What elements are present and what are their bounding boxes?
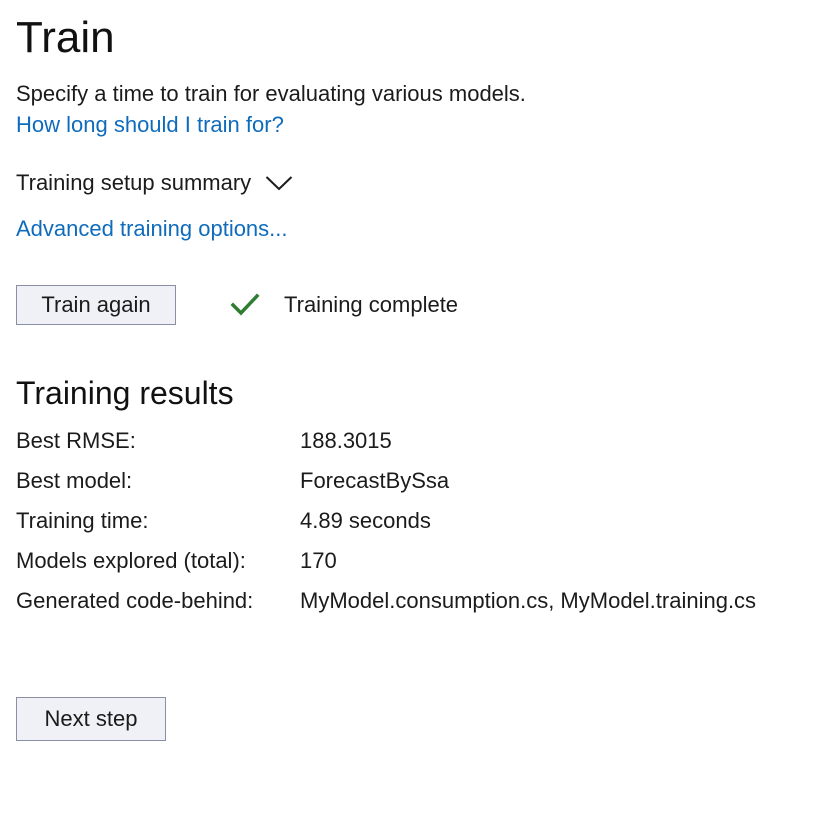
advanced-training-options-link[interactable]: Advanced training options... (16, 214, 288, 244)
result-label: Best model: (16, 468, 133, 493)
training-duration-help-link[interactable]: How long should I train for? (16, 110, 284, 140)
result-row-models-explored: Models explored (total): 170 (16, 545, 756, 585)
page-title: Train (16, 13, 115, 62)
result-row-generated-code: Generated code-behind: MyModel.consumpti… (16, 585, 756, 625)
next-step-button[interactable]: Next step (16, 697, 166, 741)
result-row-best-rmse: Best RMSE: 188.3015 (16, 425, 756, 465)
train-again-button[interactable]: Train again (16, 285, 176, 325)
result-label: Training time: (16, 508, 149, 533)
training-status: Training complete (230, 290, 458, 320)
training-results-table: Best RMSE: 188.3015 Best model: Forecast… (16, 425, 756, 625)
checkmark-icon (230, 293, 260, 317)
training-setup-summary-label: Training setup summary (16, 170, 252, 195)
chevron-down-icon (265, 175, 293, 191)
result-label: Best RMSE: (16, 428, 136, 453)
page-description: Specify a time to train for evaluating v… (16, 81, 526, 106)
result-value: ForecastBySsa (300, 468, 450, 493)
result-value: MyModel.consumption.cs, MyModel.training… (300, 588, 757, 613)
training-status-text: Training complete (284, 292, 459, 317)
result-row-best-model: Best model: ForecastBySsa (16, 465, 756, 505)
training-setup-summary-toggle[interactable]: Training setup summary (16, 168, 293, 198)
result-value: 4.89 seconds (300, 508, 431, 533)
result-value: 170 (300, 548, 337, 573)
result-label: Models explored (total): (16, 548, 246, 573)
result-label: Generated code-behind: (16, 588, 254, 613)
training-results-title: Training results (16, 375, 234, 411)
result-row-training-time: Training time: 4.89 seconds (16, 505, 756, 545)
result-value: 188.3015 (300, 428, 392, 453)
